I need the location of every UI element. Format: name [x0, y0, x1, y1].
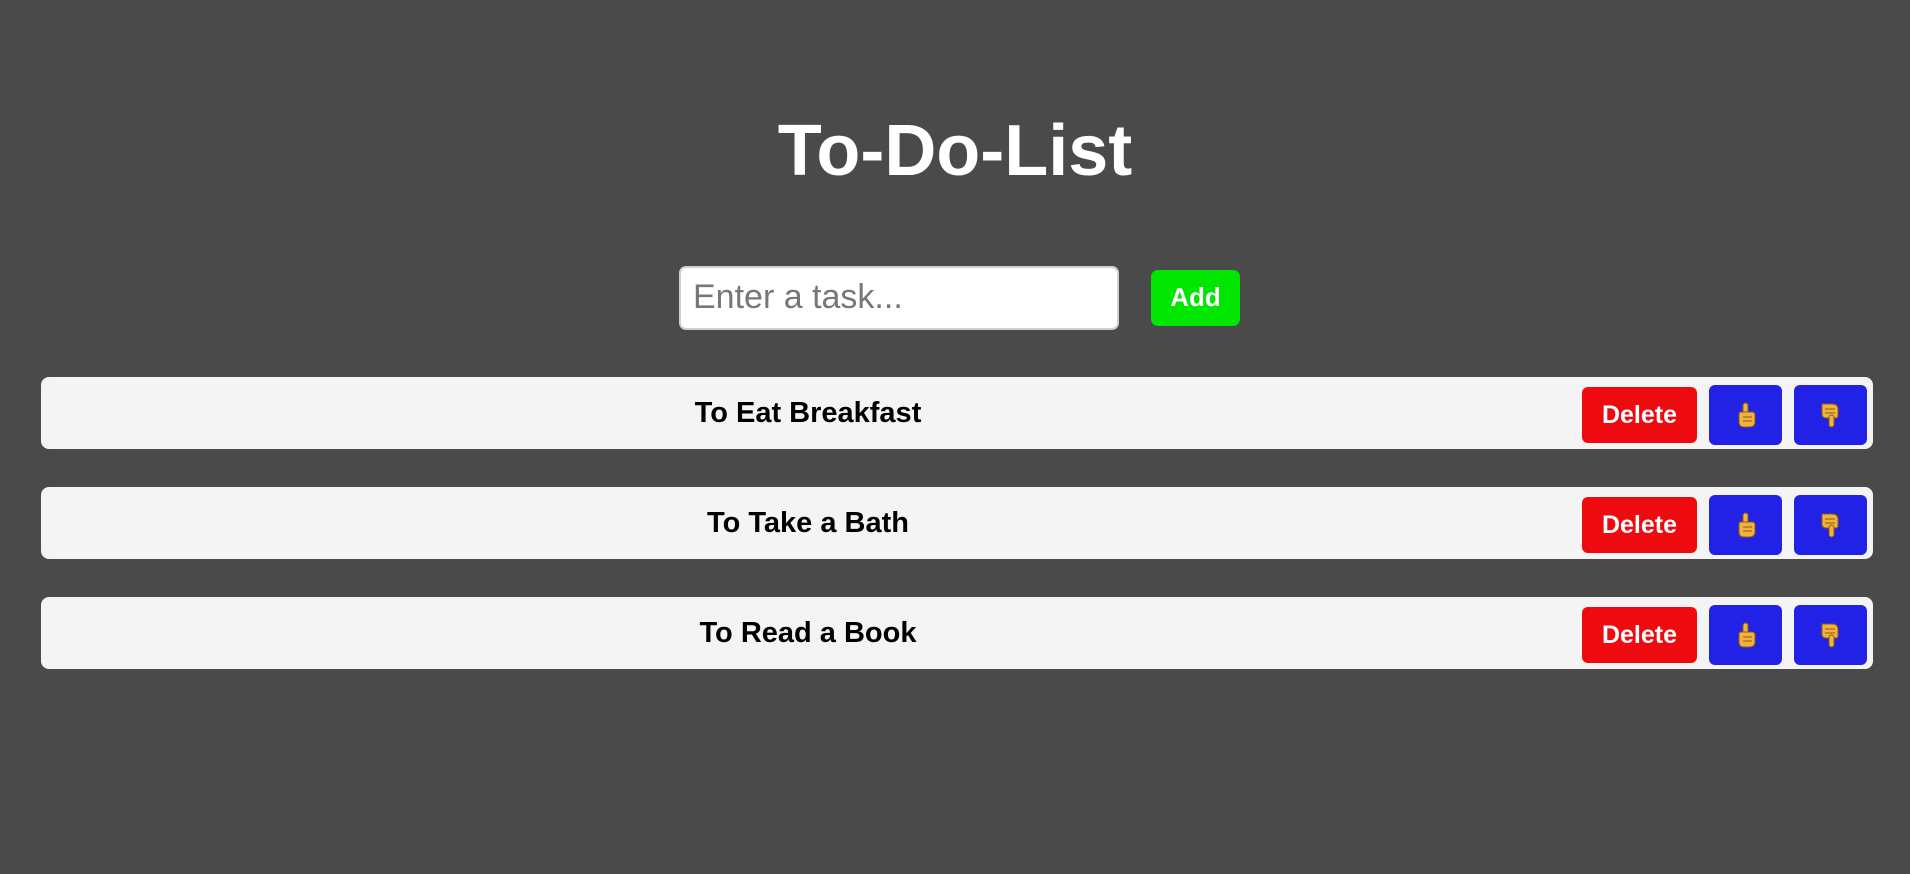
hand-pointing-up-icon	[1733, 621, 1759, 649]
delete-button[interactable]: Delete	[1582, 387, 1697, 443]
hand-pointing-down-icon	[1818, 401, 1844, 429]
hand-pointing-down-icon	[1818, 511, 1844, 539]
task-item: To Take a Bath Delete	[41, 487, 1873, 559]
hand-pointing-up-icon	[1733, 511, 1759, 539]
add-button[interactable]: Add	[1151, 269, 1240, 326]
task-text: To Eat Breakfast	[694, 397, 922, 429]
hand-pointing-up-icon	[1733, 401, 1759, 429]
move-down-button[interactable]	[1794, 385, 1867, 445]
task-input[interactable]	[679, 265, 1119, 330]
add-task-form: Add	[679, 264, 1240, 331]
task-actions: Delete	[1582, 385, 1867, 445]
task-item: To Eat Breakfast Delete	[41, 377, 1873, 449]
delete-button[interactable]: Delete	[1582, 497, 1697, 553]
page-title: To-Do-List	[777, 111, 1133, 191]
task-text: To Read a Book	[699, 617, 917, 649]
task-text: To Take a Bath	[707, 507, 909, 539]
task-list: To Eat Breakfast Delete To Take a Bath D…	[41, 377, 1873, 707]
move-down-button[interactable]	[1794, 605, 1867, 665]
task-item: To Read a Book Delete	[41, 597, 1873, 669]
hand-pointing-down-icon	[1818, 621, 1844, 649]
move-down-button[interactable]	[1794, 495, 1867, 555]
delete-button[interactable]: Delete	[1582, 607, 1697, 663]
move-up-button[interactable]	[1709, 605, 1782, 665]
move-up-button[interactable]	[1709, 385, 1782, 445]
task-actions: Delete	[1582, 605, 1867, 665]
task-actions: Delete	[1582, 495, 1867, 555]
move-up-button[interactable]	[1709, 495, 1782, 555]
